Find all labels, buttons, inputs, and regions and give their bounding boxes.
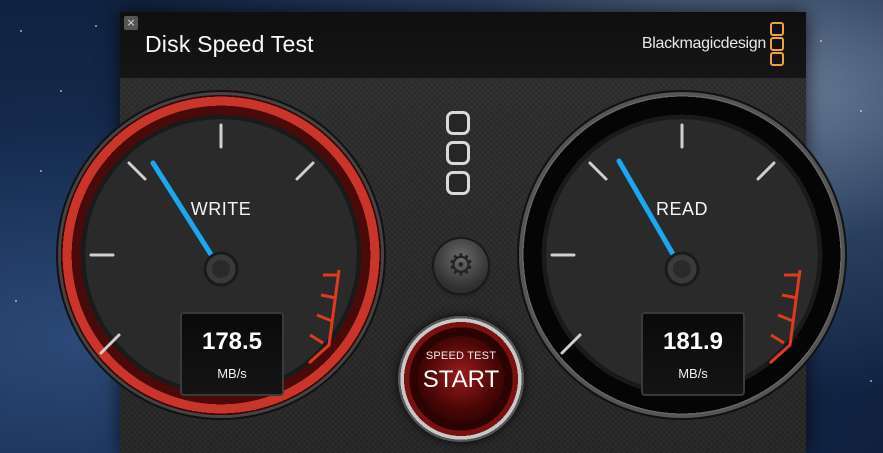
star bbox=[820, 40, 822, 42]
write-value: 178.5 bbox=[201, 328, 263, 355]
read-value: 181.9 bbox=[662, 328, 724, 355]
gear-icon: ⚙ bbox=[447, 248, 475, 283]
start-button-caption: SPEED TEST bbox=[425, 350, 497, 362]
app-title: Disk Speed Test bbox=[145, 31, 314, 57]
star bbox=[40, 170, 42, 172]
star bbox=[20, 30, 22, 32]
star bbox=[15, 300, 17, 302]
main-panel: WRITE 178.5 MB/s ⚙ SPEED TEST START READ… bbox=[61, 79, 842, 453]
read-unit: MB/s bbox=[678, 366, 708, 381]
write-gauge: WRITE 178.5 MB/s bbox=[61, 95, 381, 415]
blackmagic-logo-icon bbox=[770, 22, 784, 66]
star bbox=[870, 380, 872, 382]
close-icon[interactable]: × bbox=[124, 16, 138, 30]
start-button-label: START bbox=[422, 366, 500, 393]
title-bar: × Disk Speed Test Blackmagicdesign bbox=[120, 12, 806, 79]
star bbox=[60, 90, 62, 92]
app-window: × Disk Speed Test Blackmagicdesign WRITE… bbox=[61, 12, 842, 453]
write-label: WRITE bbox=[190, 199, 252, 219]
read-gauge: READ 181.9 MB/s bbox=[522, 95, 842, 415]
star bbox=[95, 25, 97, 27]
star bbox=[860, 110, 862, 112]
write-unit: MB/s bbox=[217, 366, 247, 381]
read-label: READ bbox=[655, 199, 708, 219]
read-readout: 181.9 MB/s bbox=[641, 312, 745, 396]
write-readout: 178.5 MB/s bbox=[180, 312, 284, 396]
start-button[interactable]: SPEED TEST START bbox=[398, 316, 524, 442]
settings-button[interactable]: ⚙ bbox=[434, 239, 488, 293]
brand-name: Blackmagicdesign bbox=[641, 35, 766, 52]
blackmagic-mark-icon bbox=[446, 111, 474, 209]
